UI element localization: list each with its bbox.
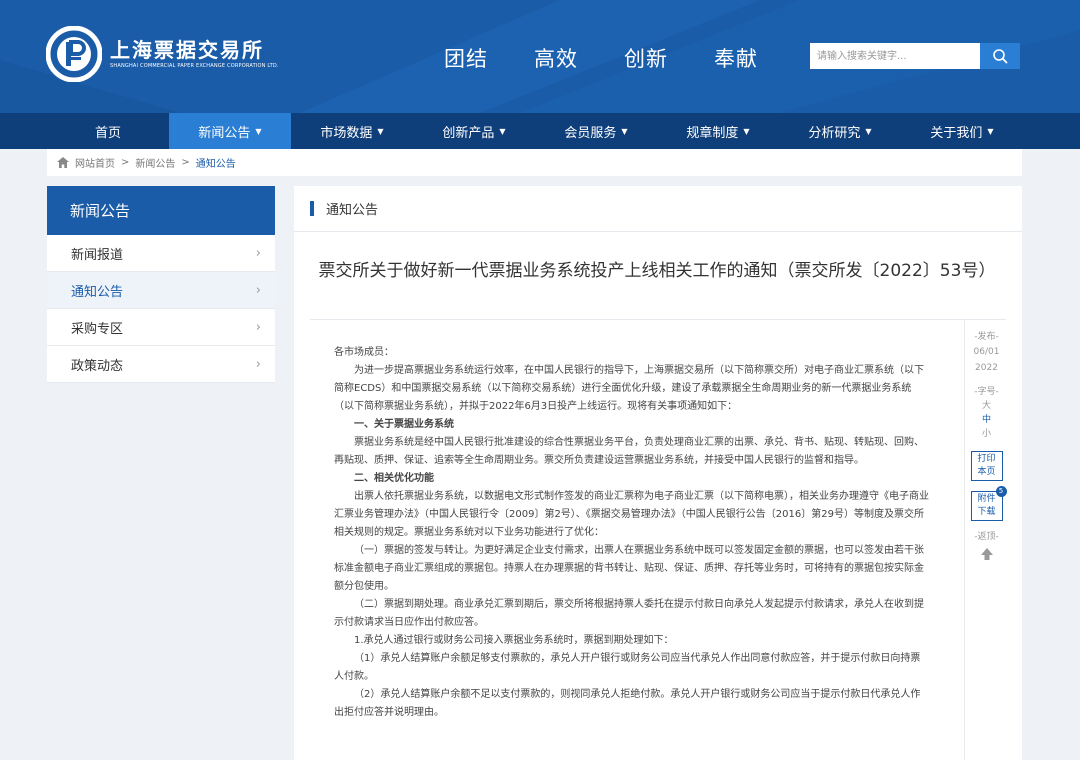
chevron-right-icon: › <box>255 319 261 335</box>
sidebar-item-label: 通知公告 <box>71 284 124 300</box>
search-icon <box>993 49 1008 64</box>
caret-down-icon: ▼ <box>255 126 262 136</box>
article-paragraph: （2）承兑人结算账户余额不足以支付票款的，则视同承兑人拒绝付款。承兑人开户银行或… <box>334 689 921 718</box>
publish-date-year: 2022 <box>975 363 998 373</box>
font-size-medium[interactable]: 中 <box>965 413 1008 427</box>
article-body: 各市场成员： 为进一步提高票据业务系统运行效率，在中国人民银行的指导下，上海票据… <box>334 344 930 722</box>
chevron-right-icon: › <box>255 356 261 372</box>
nav-label: 分析研究 <box>808 125 861 141</box>
caret-down-icon: ▼ <box>987 126 994 136</box>
home-icon <box>57 157 69 168</box>
nav-label: 会员服务 <box>564 125 617 141</box>
nav-label: 市场数据 <box>320 125 373 141</box>
sidebar-item-label: 采购专区 <box>71 321 124 337</box>
font-size-small[interactable]: 小 <box>965 427 1008 441</box>
article-paragraph: 1.承兑人通过银行或财务公司接入票据业务系统时，票据到期处理如下： <box>354 635 674 646</box>
section-header: 通知公告 <box>294 186 1022 232</box>
caret-down-icon: ▼ <box>743 126 750 136</box>
caret-down-icon: ▼ <box>377 126 384 136</box>
article-tools: -发布- 06/01 2022 -字号- 大 中 小 打印 本页 5 附件 下载… <box>964 320 1008 760</box>
section-accent-bar <box>310 201 314 216</box>
nav-item-about[interactable]: 关于我们 ▼ <box>901 113 1023 149</box>
section-title: 通知公告 <box>326 203 379 218</box>
sidebar-list: 新闻报道 › 通知公告 › 采购专区 › 政策动态 › <box>47 235 275 383</box>
article-paragraph: （一）票据的签发与转让。为更好满足企业支付需求，出票人在票据业务系统中既可以签发… <box>334 545 924 592</box>
font-size-label: -字号- <box>974 387 999 397</box>
sidebar-title: 新闻公告 <box>47 186 275 235</box>
breadcrumb-separator: > <box>121 157 130 168</box>
article-title: 票交所关于做好新一代票据业务系统投产上线相关工作的通知（票交所发〔2022〕53… <box>318 261 996 281</box>
logo-mark-icon <box>46 26 102 82</box>
nav-item-innovation[interactable]: 创新产品 ▼ <box>413 113 535 149</box>
article-paragraph: 各市场成员： <box>334 347 394 358</box>
caret-down-icon: ▼ <box>865 126 872 136</box>
main-nav: 首页 新闻公告 ▼ 市场数据 ▼ 创新产品 ▼ 会员服务 ▼ 规章制度 ▼ 分析研究 ▼ 关… <box>0 113 1080 149</box>
nav-label: 规章制度 <box>686 125 739 141</box>
article-paragraph: 为进一步提高票据业务系统运行效率，在中国人民银行的指导下，上海票据交易所（以下简… <box>334 365 924 412</box>
site-header: 上海票据交易所 SHANGHAI COMMERCIAL PAPER EXCHAN… <box>0 0 1080 113</box>
article-section-heading: 二、相关优化功能 <box>354 473 434 484</box>
chevron-right-icon: › <box>255 245 261 261</box>
breadcrumb-home[interactable]: 网站首页 <box>75 155 115 170</box>
article-paragraph: （二）票据到期处理。商业承兑汇票到期后，票交所将根据持票人委托在提示付款日向承兑… <box>334 599 924 628</box>
article-paragraph: 出票人依托票据业务系统，以数据电文形式制作签发的商业汇票称为电子商业汇票（以下简… <box>334 491 929 538</box>
nav-label: 新闻公告 <box>198 125 251 141</box>
article-paragraph: 票据业务系统是经中国人民银行批准建设的综合性票据业务平台，负责处理商业汇票的出票… <box>334 437 924 466</box>
print-label-line: 本页 <box>977 467 996 477</box>
publish-label: -发布- <box>974 332 999 342</box>
logo-subtitle: SHANGHAI COMMERCIAL PAPER EXCHANGE CORPO… <box>110 63 279 69</box>
sidebar-item-procurement[interactable]: 采购专区 › <box>47 309 275 346</box>
sidebar: 新闻公告 新闻报道 › 通知公告 › 采购专区 › 政策动态 › <box>47 186 275 383</box>
nav-item-home[interactable]: 首页 <box>47 113 169 149</box>
slogan: 高效 <box>534 47 578 71</box>
caret-down-icon: ▼ <box>499 126 506 136</box>
breadcrumb-news[interactable]: 新闻公告 <box>135 155 175 170</box>
title-divider <box>310 319 1006 320</box>
publish-date-day: 06/01 <box>973 347 1000 357</box>
font-size-large[interactable]: 大 <box>965 399 1008 413</box>
search-input[interactable] <box>810 43 980 69</box>
slogan: 团结 <box>444 47 488 71</box>
breadcrumb-current[interactable]: 通知公告 <box>196 155 236 170</box>
main-content: 通知公告 票交所关于做好新一代票据业务系统投产上线相关工作的通知（票交所发〔20… <box>294 186 1022 760</box>
search-box <box>810 43 1020 69</box>
search-button[interactable] <box>980 43 1020 69</box>
nav-label: 首页 <box>94 125 121 141</box>
download-label-line: 下载 <box>977 507 996 517</box>
print-button[interactable]: 打印 本页 <box>970 451 1003 481</box>
caret-down-icon: ▼ <box>621 126 628 136</box>
slogans: 团结 高效 创新 奉献 <box>444 43 804 73</box>
sidebar-item-label: 新闻报道 <box>71 247 124 263</box>
sidebar-item-policy-news[interactable]: 政策动态 › <box>47 346 275 383</box>
print-label-line: 打印 <box>977 454 996 464</box>
attachment-download-button[interactable]: 5 附件 下载 <box>970 486 1007 521</box>
back-to-top-label: -返顶- <box>974 532 999 542</box>
nav-label: 创新产品 <box>442 125 495 141</box>
sidebar-item-notices[interactable]: 通知公告 › <box>47 272 275 309</box>
breadcrumb-separator: > <box>181 157 190 168</box>
attachment-count-badge: 5 <box>995 486 1007 497</box>
nav-item-market-data[interactable]: 市场数据 ▼ <box>291 113 413 149</box>
nav-item-regulations[interactable]: 规章制度 ▼ <box>657 113 779 149</box>
nav-item-member-services[interactable]: 会员服务 ▼ <box>535 113 657 149</box>
article-paragraph: （1）承兑人结算账户余额足够支付票款的，承兑人开户银行或财务公司应当代承兑人作出… <box>334 653 921 682</box>
nav-item-research[interactable]: 分析研究 ▼ <box>779 113 901 149</box>
slogan: 奉献 <box>714 47 758 71</box>
breadcrumb: 网站首页 > 新闻公告 > 通知公告 <box>47 149 1022 176</box>
nav-label: 关于我们 <box>930 125 983 141</box>
sidebar-item-label: 政策动态 <box>71 358 124 374</box>
site-logo[interactable]: 上海票据交易所 SHANGHAI COMMERCIAL PAPER EXCHAN… <box>46 26 279 82</box>
slogan: 创新 <box>624 47 668 71</box>
chevron-right-icon: › <box>255 282 261 298</box>
arrow-up-icon[interactable] <box>979 546 995 562</box>
article-section-heading: 一、关于票据业务系统 <box>354 419 454 430</box>
nav-item-news[interactable]: 新闻公告 ▼ <box>169 113 291 149</box>
logo-title: 上海票据交易所 <box>110 38 264 62</box>
sidebar-item-news-reports[interactable]: 新闻报道 › <box>47 235 275 272</box>
